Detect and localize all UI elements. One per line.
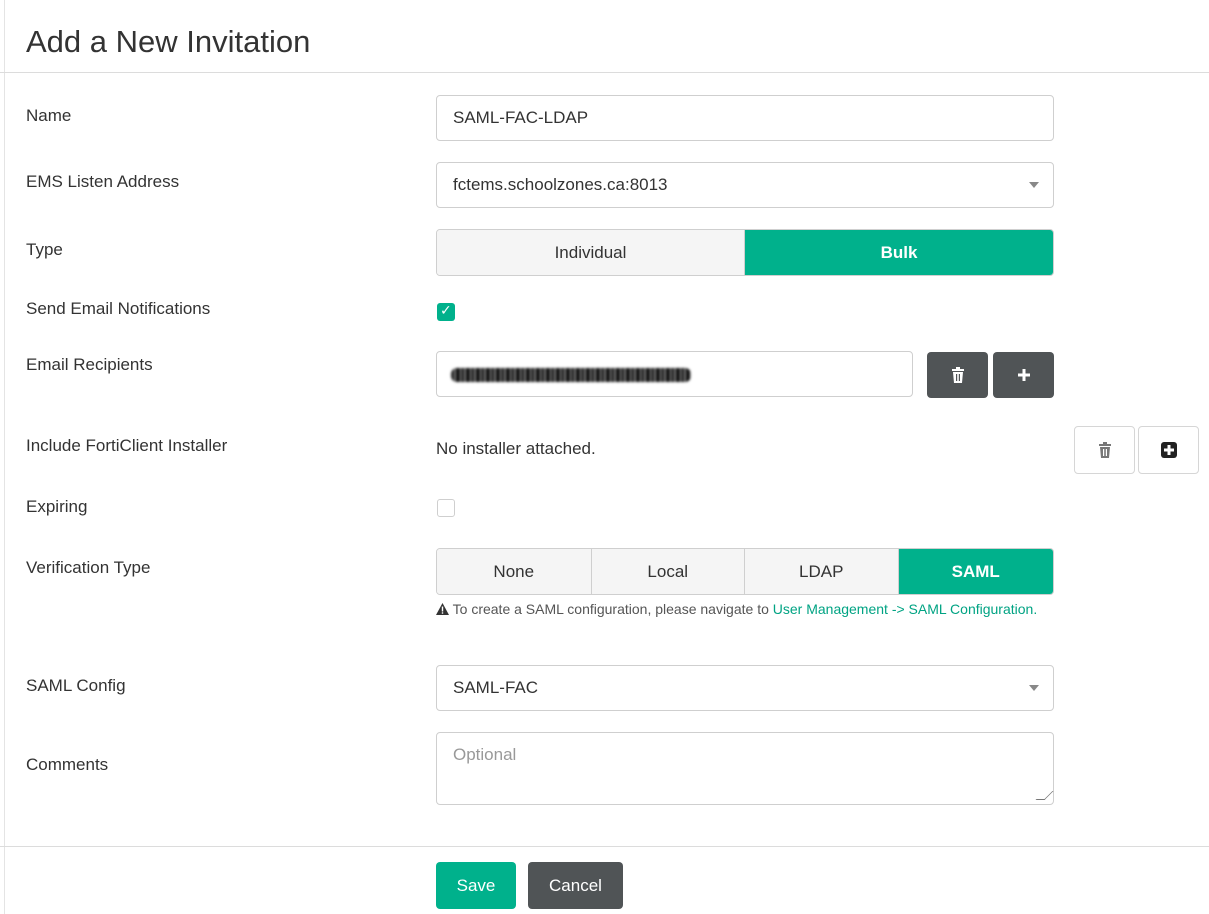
- saml-help-text: To create a SAML configuration, please n…: [452, 601, 769, 617]
- ems-listen-address-label: EMS Listen Address: [26, 172, 180, 191]
- warning-icon: [436, 603, 449, 615]
- redacted-email: [451, 368, 691, 382]
- add-recipient-button[interactable]: [993, 352, 1054, 398]
- delete-recipient-button[interactable]: [927, 352, 988, 398]
- name-label: Name: [26, 106, 72, 125]
- verification-option-local[interactable]: Local: [591, 549, 745, 594]
- name-input[interactable]: SAML-FAC-LDAP: [436, 95, 1054, 141]
- verification-type-toggle: None Local LDAP SAML: [436, 548, 1054, 595]
- name-input-value: SAML-FAC-LDAP: [453, 108, 589, 127]
- expiring-checkbox[interactable]: [437, 499, 455, 517]
- comments-label: Comments: [26, 755, 109, 774]
- resize-handle-icon[interactable]: [1035, 791, 1054, 800]
- installer-status: No installer attached.: [436, 439, 596, 458]
- comments-placeholder: Optional: [453, 745, 517, 764]
- type-label: Type: [26, 240, 63, 259]
- verification-type-label: Verification Type: [26, 558, 151, 577]
- ems-listen-address-value: fctems.schoolzones.ca:8013: [453, 175, 668, 194]
- plus-icon: [1017, 368, 1031, 382]
- verification-option-none[interactable]: None: [437, 549, 592, 594]
- saml-config-label: SAML Config: [26, 676, 126, 695]
- type-toggle: Individual Bulk: [436, 229, 1054, 276]
- trash-icon: [951, 367, 965, 383]
- ems-listen-address-select[interactable]: fctems.schoolzones.ca:8013: [436, 162, 1054, 208]
- left-border: [4, 0, 5, 914]
- type-option-bulk[interactable]: Bulk: [745, 230, 1053, 275]
- saml-help-note: To create a SAML configuration, please n…: [436, 598, 1056, 621]
- email-recipients-label: Email Recipients: [26, 355, 153, 374]
- email-recipient-input[interactable]: [436, 351, 913, 397]
- send-email-label: Send Email Notifications: [26, 299, 211, 318]
- page-header: Add a New Invitation: [0, 0, 1209, 73]
- type-option-individual[interactable]: Individual: [437, 230, 745, 275]
- verification-option-ldap[interactable]: LDAP: [745, 549, 899, 594]
- chevron-down-icon: [1029, 182, 1039, 188]
- saml-configuration-link[interactable]: User Management -> SAML Configuration.: [773, 601, 1037, 617]
- comments-textarea[interactable]: Optional: [436, 732, 1054, 805]
- chevron-down-icon: [1029, 685, 1039, 691]
- saml-config-value: SAML-FAC: [453, 678, 539, 697]
- trash-icon: [1098, 442, 1112, 458]
- save-button[interactable]: Save: [436, 862, 516, 909]
- verification-option-saml[interactable]: SAML: [898, 549, 1053, 594]
- page-title: Add a New Invitation: [26, 24, 311, 59]
- remove-installer-button[interactable]: [1074, 426, 1135, 474]
- cancel-button[interactable]: Cancel: [528, 862, 623, 909]
- saml-config-select[interactable]: SAML-FAC: [436, 665, 1054, 711]
- installer-label: Include FortiClient Installer: [26, 436, 228, 455]
- footer-divider: [0, 846, 1209, 847]
- expiring-label: Expiring: [26, 497, 88, 516]
- send-email-checkbox[interactable]: [437, 302, 455, 321]
- plus-square-icon: [1160, 442, 1177, 458]
- add-installer-button[interactable]: [1138, 426, 1199, 474]
